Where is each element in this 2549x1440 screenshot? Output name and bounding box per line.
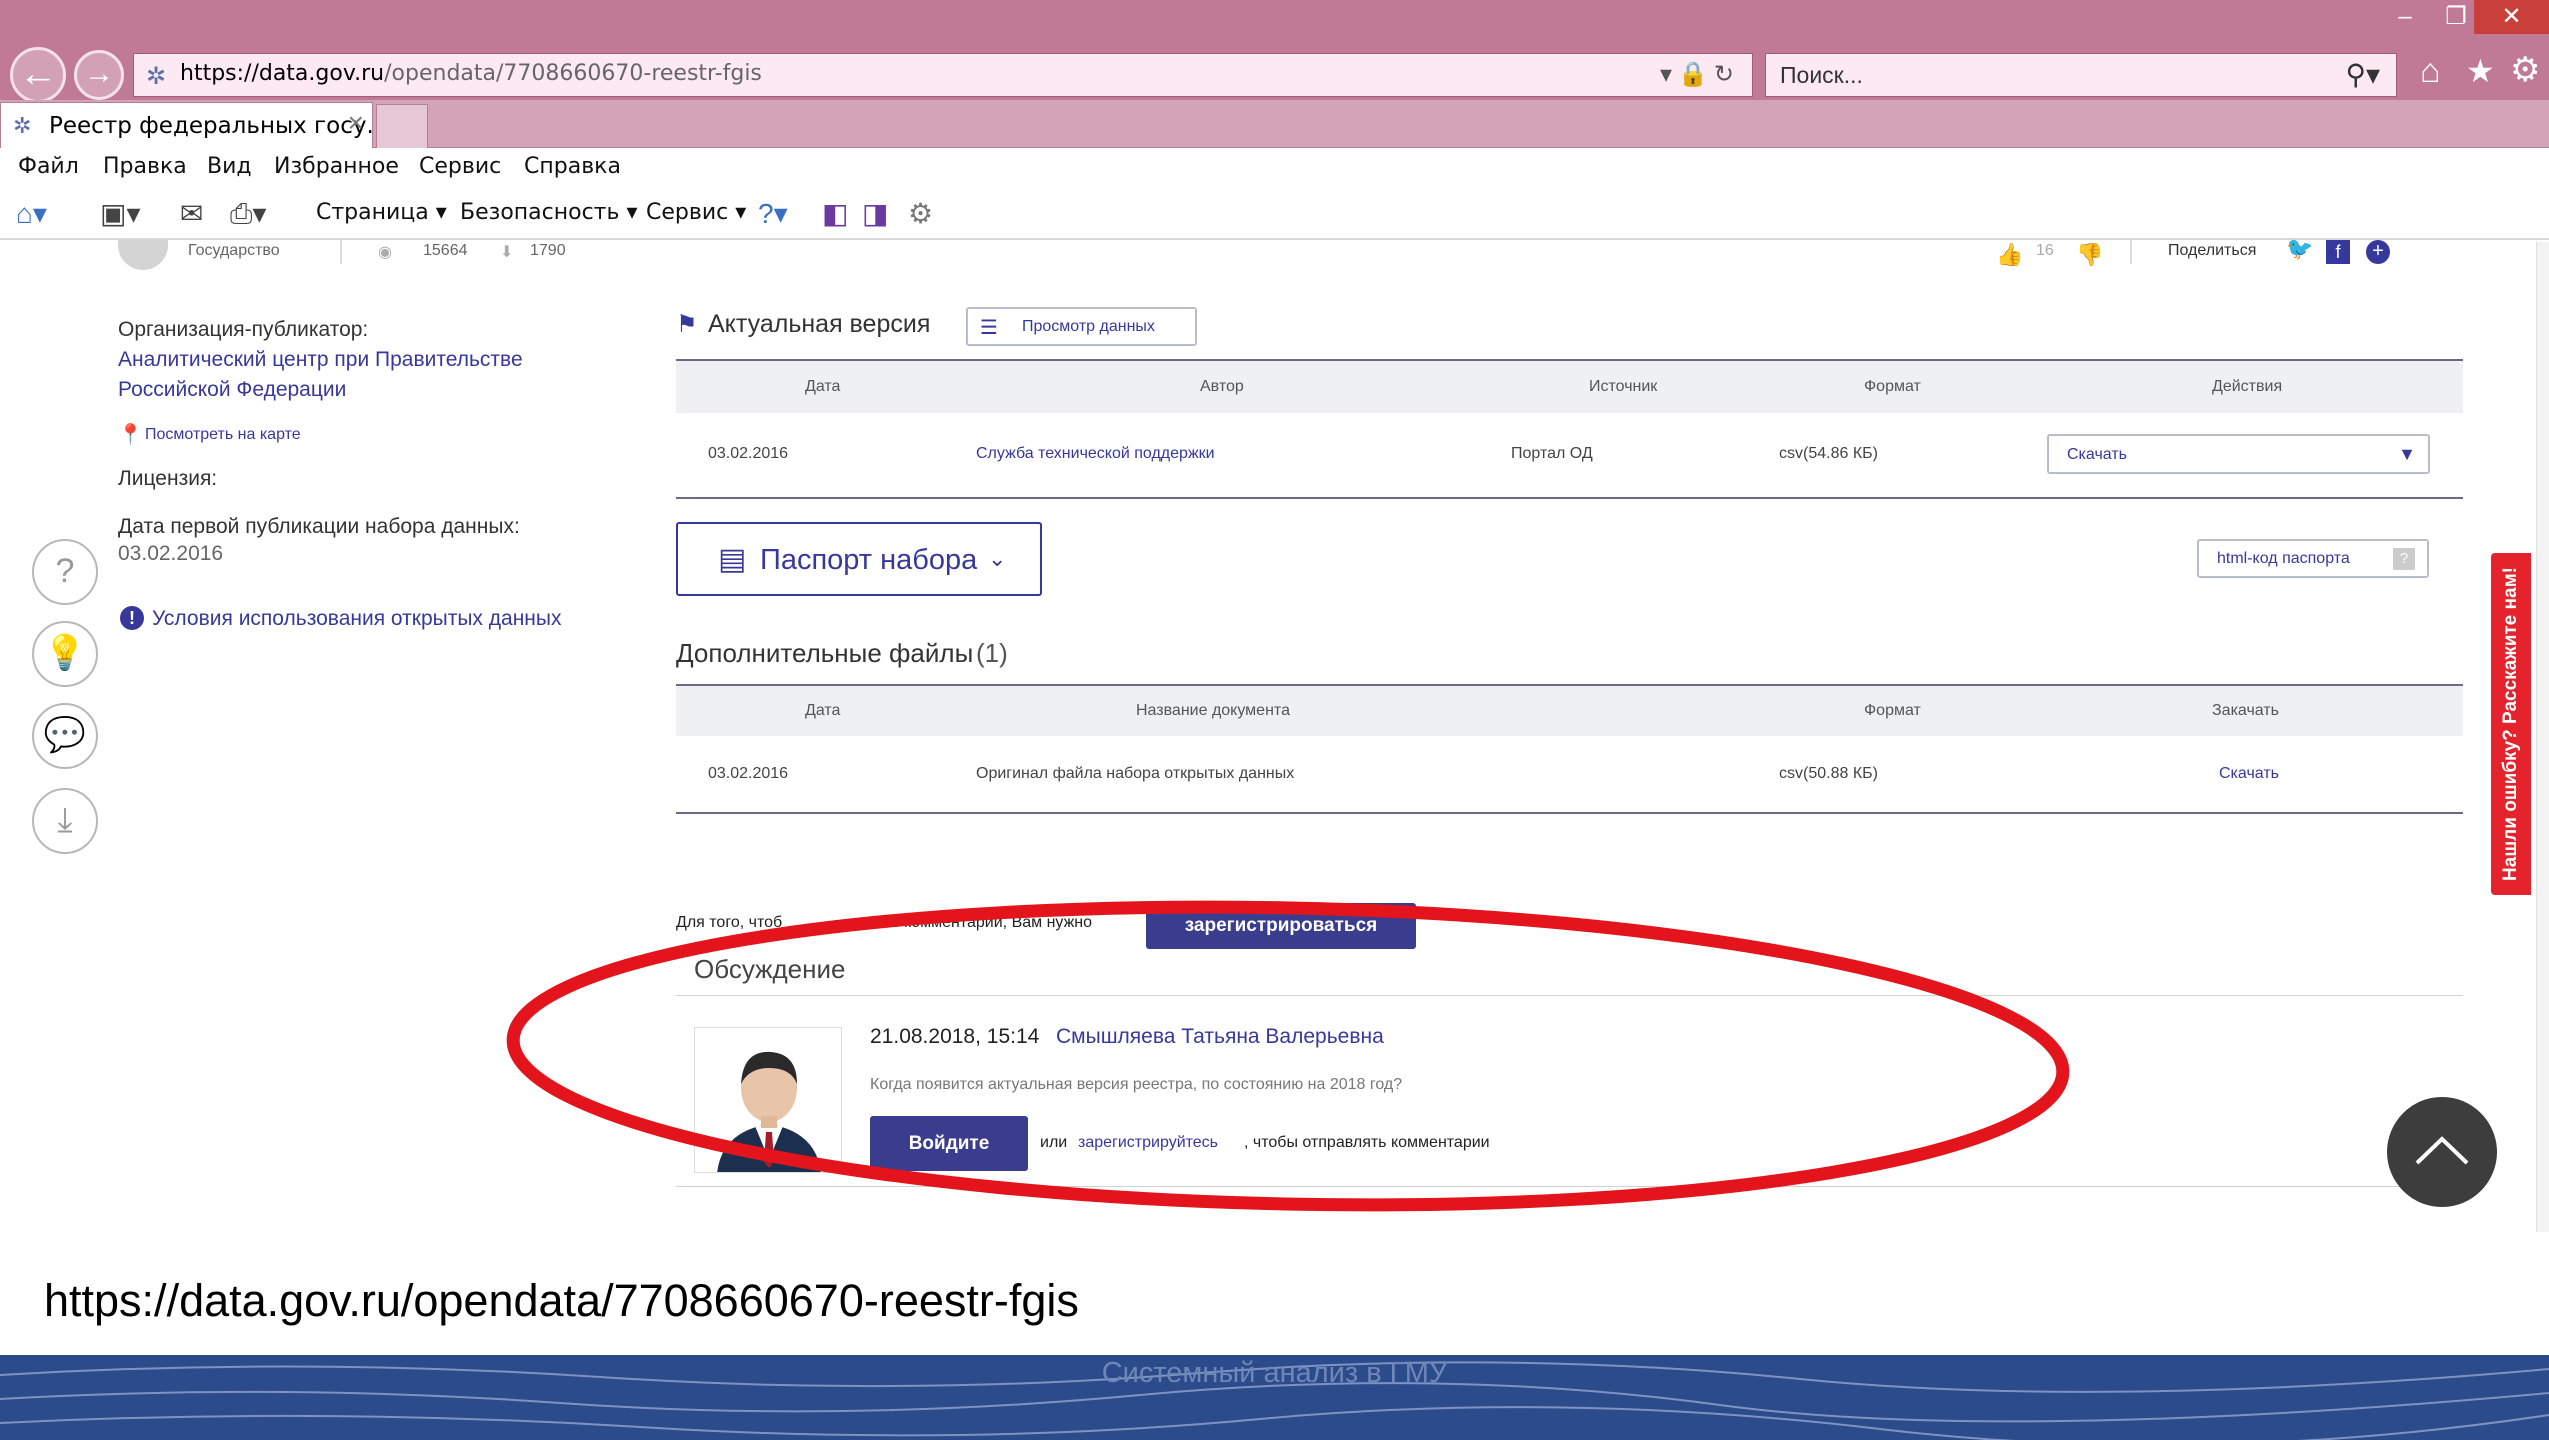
slide-url-caption: https://data.gov.ru/opendata/7708660670-… — [44, 1275, 1079, 1326]
feedback-label: Нашли ошибку? Расскажите нам! — [2500, 567, 2521, 881]
highlight-ellipse — [506, 900, 2070, 1212]
scroll-to-top-button[interactable] — [2387, 1097, 2497, 1207]
slide-footer-title: Системный анализ в ГМУ — [1101, 1357, 1448, 1389]
page-scrollbar[interactable] — [2536, 242, 2549, 1232]
chevron-up-icon — [2415, 1136, 2469, 1165]
feedback-tab[interactable]: Нашли ошибку? Расскажите нам! — [2491, 553, 2531, 895]
